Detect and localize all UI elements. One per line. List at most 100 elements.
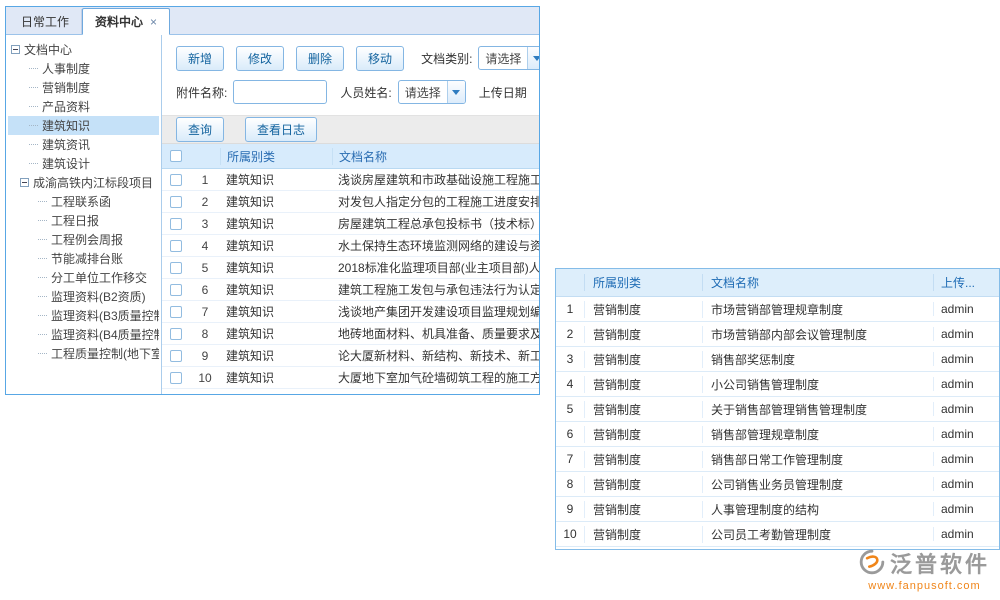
tree-item-jianli-b4[interactable]: 监理资料(B4质量控制) <box>8 325 159 344</box>
row-category: 建筑知识 <box>220 259 332 276</box>
row-name: 销售部日常工作管理制度 <box>702 451 933 468</box>
marketing-docs-table: 所属别类 文档名称 上传... 1营销制度市场营销部管理规章制度admin 2营… <box>555 268 1000 550</box>
row-name: 大厦地下室加气砼墙砌筑工程的施工方... <box>332 369 539 386</box>
tab-data-center[interactable]: 资料中心 × <box>82 8 170 35</box>
table-row[interactable]: 1营销制度市场营销部管理规章制度admin <box>556 297 999 322</box>
collapse-icon[interactable] <box>11 45 20 54</box>
row-checkbox[interactable] <box>170 196 182 208</box>
brand-url: www.fanpusoft.com <box>859 580 990 592</box>
row-seq: 7 <box>190 305 220 319</box>
row-name: 销售部管理规章制度 <box>702 426 933 443</box>
delete-button[interactable]: 删除 <box>296 46 344 71</box>
table-row[interactable]: 10建筑知识大厦地下室加气砼墙砌筑工程的施工方... <box>162 367 539 389</box>
tree-branch-icon <box>38 277 47 278</box>
table-row[interactable]: 6建筑知识建筑工程施工发包与承包违法行为认定... <box>162 279 539 301</box>
tree-item-jianzhuzhishi-selected[interactable]: 建筑知识 <box>8 116 159 135</box>
table-header: 所属别类 文档名称 上传... <box>556 269 999 297</box>
tree-item-lihuizhoubao[interactable]: 工程例会周报 <box>8 230 159 249</box>
row-checkbox[interactable] <box>170 240 182 252</box>
modify-button[interactable]: 修改 <box>236 46 284 71</box>
toolbar-row-1: 新增 修改 删除 移动 文档类别: 请选择 文 <box>162 45 539 71</box>
table-row[interactable]: 9营销制度人事管理制度的结构admin <box>556 497 999 522</box>
table-row[interactable]: 2营销制度市场营销部内部会议管理制度admin <box>556 322 999 347</box>
tree-item-jianzhuzixun[interactable]: 建筑资讯 <box>8 135 159 154</box>
select-all-checkbox[interactable] <box>170 150 182 162</box>
attachment-name-input[interactable] <box>233 80 327 104</box>
column-header-name[interactable]: 文档名称 <box>702 274 933 291</box>
tab-label: 资料中心 <box>95 13 143 30</box>
close-icon[interactable]: × <box>150 16 157 28</box>
table-row[interactable]: 4建筑知识水土保持生态环境监测网络的建设与资... <box>162 235 539 257</box>
tree-item-chanpinziliao[interactable]: 产品资料 <box>8 97 159 116</box>
row-name: 2018标准化监理项目部(业主项目部)人员... <box>332 259 539 276</box>
table-row[interactable]: 3营销制度销售部奖惩制度admin <box>556 347 999 372</box>
table-row[interactable]: 6营销制度销售部管理规章制度admin <box>556 422 999 447</box>
tree-item-gongzuoyijiao[interactable]: 分工单位工作移交 <box>8 268 159 287</box>
row-name: 人事管理制度的结构 <box>702 501 933 518</box>
documents-window: 日常工作 资料中心 × 文档中心 人事制度 营销制度 产品资料 建筑知识 建筑资… <box>5 6 540 395</box>
add-button[interactable]: 新增 <box>176 46 224 71</box>
table-row[interactable]: 5营销制度关于销售部管理销售管理制度admin <box>556 397 999 422</box>
row-checkbox[interactable] <box>170 284 182 296</box>
row-seq: 10 <box>556 527 584 541</box>
tree-item-yingxiaozhidu[interactable]: 营销制度 <box>8 78 159 97</box>
table-row[interactable]: 8营销制度公司销售业务员管理制度admin <box>556 472 999 497</box>
collapse-icon[interactable] <box>20 178 29 187</box>
column-header-uploader[interactable]: 上传... <box>933 274 999 291</box>
table-header: 所属别类 文档名称 <box>162 144 539 169</box>
tree-item-jienengjianpai[interactable]: 节能减排台账 <box>8 249 159 268</box>
table-row[interactable]: 9建筑知识论大厦新材料、新结构、新技术、新工... <box>162 345 539 367</box>
table-row[interactable]: 2建筑知识对发包人指定分包的工程施工进度安排... <box>162 191 539 213</box>
select-value: 请选择 <box>479 50 527 67</box>
checkbox-cell <box>162 240 190 252</box>
row-category: 建筑知识 <box>220 215 332 232</box>
tree-item-label: 监理资料(B4质量控制) <box>51 326 159 343</box>
column-header-category[interactable]: 所属别类 <box>220 148 332 165</box>
tab-daily-work[interactable]: 日常工作 <box>9 9 82 34</box>
column-header-category[interactable]: 所属别类 <box>584 274 702 291</box>
table-row[interactable]: 3建筑知识房屋建筑工程总承包投标书（技术标）... <box>162 213 539 235</box>
column-header-name[interactable]: 文档名称 <box>332 148 539 165</box>
row-uploader: admin <box>933 352 999 366</box>
row-checkbox[interactable] <box>170 306 182 318</box>
row-checkbox[interactable] <box>170 262 182 274</box>
table-row[interactable]: 7营销制度销售部日常工作管理制度admin <box>556 447 999 472</box>
tree-item-zhiliangkongzhi-dixiashi[interactable]: 工程质量控制(地下室) <box>8 344 159 363</box>
view-log-button[interactable]: 查看日志 <box>245 117 317 142</box>
tree-node-project[interactable]: 成渝高铁内江标段项目 <box>8 173 159 192</box>
tree-item-label: 工程质量控制(地下室) <box>51 345 159 362</box>
query-button[interactable]: 查询 <box>176 117 224 142</box>
tree-item-jianli-b2[interactable]: 监理资料(B2资质) <box>8 287 159 306</box>
tree-item-renshizhidu[interactable]: 人事制度 <box>8 59 159 78</box>
person-select[interactable]: 请选择 <box>398 80 466 104</box>
tree-item-gongchenglianxihan[interactable]: 工程联系函 <box>8 192 159 211</box>
row-checkbox[interactable] <box>170 350 182 362</box>
row-category: 营销制度 <box>584 351 702 368</box>
table-row[interactable]: 10营销制度公司员工考勤管理制度admin <box>556 522 999 547</box>
table-row[interactable]: 7建筑知识浅谈地产集团开发建设项目监理规划编... <box>162 301 539 323</box>
row-checkbox[interactable] <box>170 218 182 230</box>
table-row[interactable]: 5建筑知识2018标准化监理项目部(业主项目部)人员... <box>162 257 539 279</box>
tree-branch-icon <box>38 315 47 316</box>
move-button[interactable]: 移动 <box>356 46 404 71</box>
dropdown-button[interactable] <box>527 47 539 69</box>
tree-item-jianli-b3[interactable]: 监理资料(B3质量控制) <box>8 306 159 325</box>
table-row[interactable]: 8建筑知识地砖地面材料、机具准备、质量要求及... <box>162 323 539 345</box>
row-checkbox[interactable] <box>170 328 182 340</box>
row-checkbox[interactable] <box>170 174 182 186</box>
row-category: 建筑知识 <box>220 281 332 298</box>
row-category: 营销制度 <box>584 501 702 518</box>
table-row[interactable]: 4营销制度小公司销售管理制度admin <box>556 372 999 397</box>
tree-item-jianzhusheji[interactable]: 建筑设计 <box>8 154 159 173</box>
doc-category-select[interactable]: 请选择 <box>478 46 539 70</box>
tree-item-label: 监理资料(B3质量控制) <box>51 307 159 324</box>
row-name: 公司员工考勤管理制度 <box>702 526 933 543</box>
tree-item-gongchengribao[interactable]: 工程日报 <box>8 211 159 230</box>
row-uploader: admin <box>933 427 999 441</box>
dropdown-button[interactable] <box>447 81 465 103</box>
table-row[interactable]: 1建筑知识浅谈房屋建筑和市政基础设施工程施工... <box>162 169 539 191</box>
row-seq: 8 <box>190 327 220 341</box>
row-checkbox[interactable] <box>170 372 182 384</box>
row-category: 营销制度 <box>584 401 702 418</box>
tree-node-doc-center[interactable]: 文档中心 <box>8 40 159 59</box>
